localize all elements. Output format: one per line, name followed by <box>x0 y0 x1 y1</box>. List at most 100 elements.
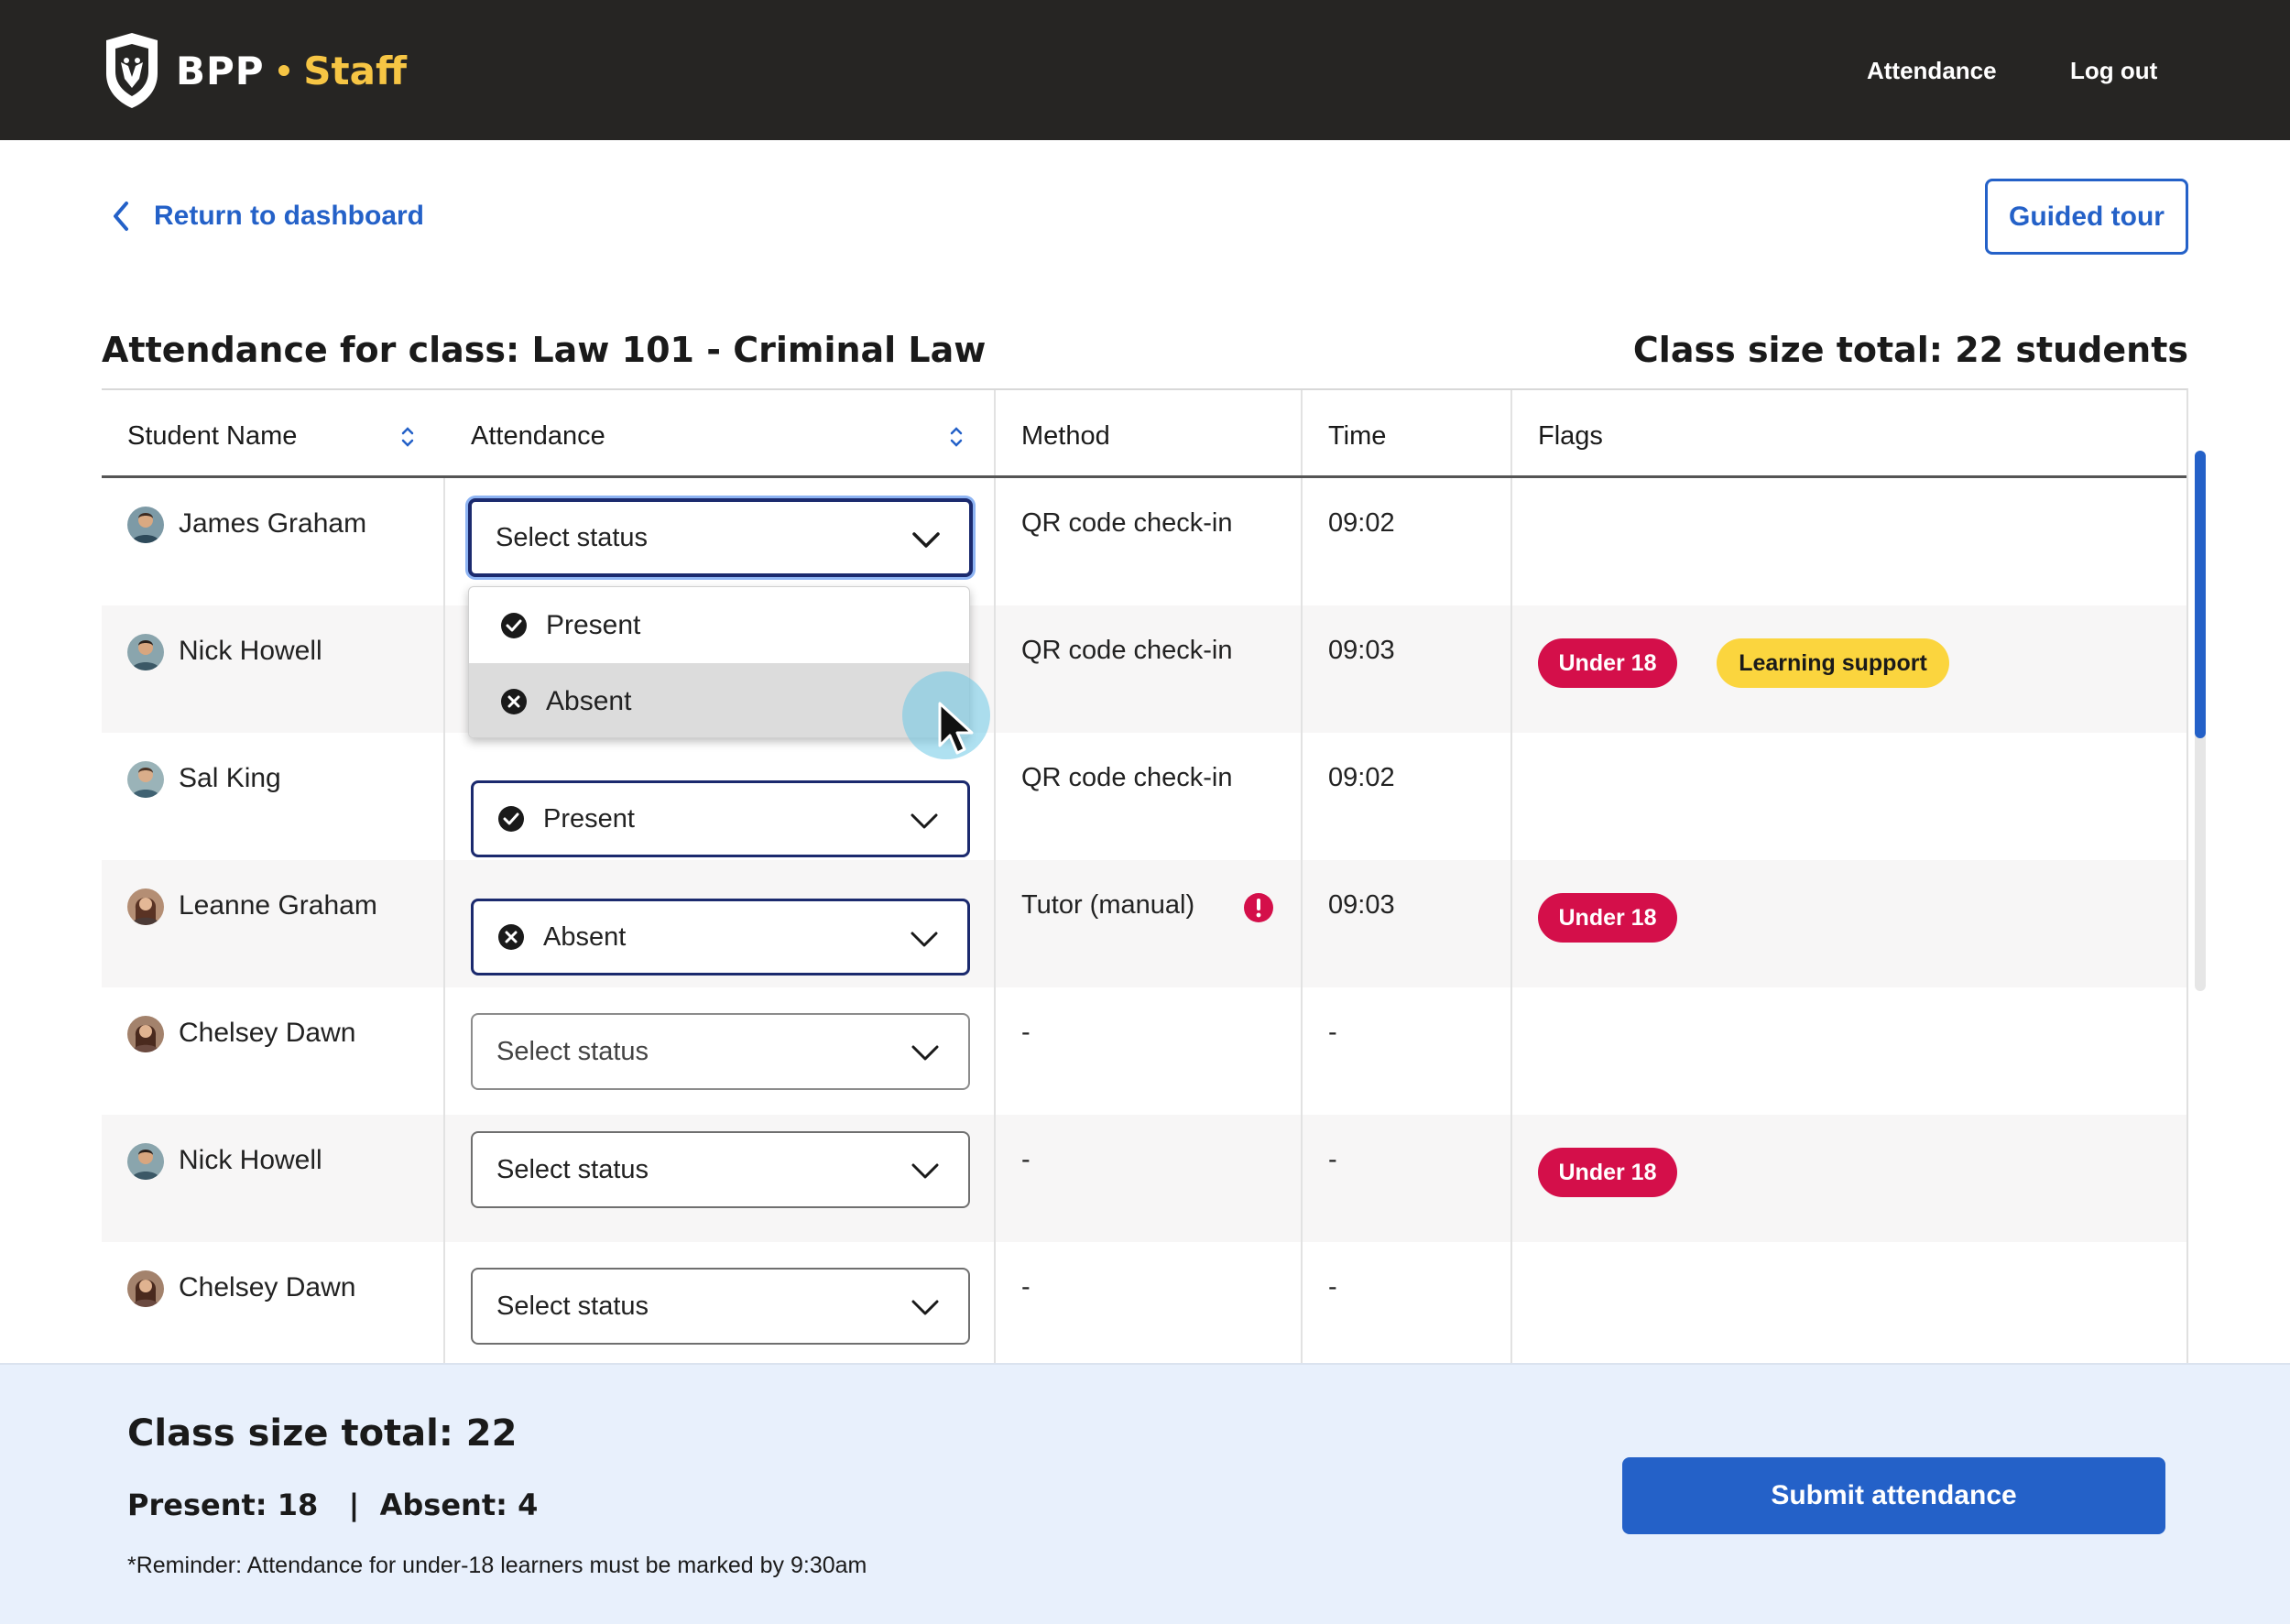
table-row: James Graham Select status QR code check… <box>102 478 2186 605</box>
check-in-method: Tutor (manual) <box>1021 890 1195 920</box>
table-row: Chelsey Dawn Select status - - <box>102 1242 2186 1365</box>
check-in-time: 09:02 <box>1328 508 1395 538</box>
class-size-total: Class size total: 22 students <box>1632 330 2188 370</box>
table-header: Student Name Attendance Method Time Flag… <box>102 390 2186 478</box>
student-name: Leanne Graham <box>179 890 377 921</box>
flag-badge-under-18: Under 18 <box>1538 1148 1677 1197</box>
attendance-select[interactable]: Select status <box>468 498 973 577</box>
check-in-time: - <box>1328 1272 1337 1302</box>
flag-badge-under-18: Under 18 <box>1538 893 1677 943</box>
check-circle-icon <box>498 806 524 832</box>
menu-option-label: Present <box>546 609 641 640</box>
chevron-down-icon <box>911 1045 939 1061</box>
avatar <box>127 1270 164 1307</box>
scrollbar-thumb[interactable] <box>2195 451 2206 738</box>
student-name: Chelsey Dawn <box>179 1018 356 1048</box>
attendance-select-placeholder: Select status <box>496 1291 649 1321</box>
attendance-status-menu: Present Absent <box>468 586 970 738</box>
attendance-select[interactable]: Select status <box>471 1268 970 1345</box>
x-circle-icon <box>498 924 524 950</box>
column-divider <box>1510 390 1512 1365</box>
mouse-pointer-icon <box>938 702 974 755</box>
brand-name: BPP <box>176 48 265 93</box>
chevron-left-icon <box>114 202 128 231</box>
avatar <box>127 634 164 670</box>
column-divider <box>443 478 445 1365</box>
submit-attendance-button[interactable]: Submit attendance <box>1622 1457 2165 1534</box>
column-header-attendance[interactable]: Attendance <box>471 421 605 452</box>
summary-counts: Present: 18 | Absent: 4 <box>127 1488 539 1522</box>
summary-class-total: Class size total: 22 <box>127 1412 518 1455</box>
column-header-time: Time <box>1328 421 1387 451</box>
sort-icon[interactable] <box>948 423 965 451</box>
guided-tour-button[interactable]: Guided tour <box>1985 179 2188 255</box>
summary-reminder: *Reminder: Attendance for under-18 learn… <box>127 1553 867 1578</box>
avatar <box>127 1143 164 1180</box>
sort-icon[interactable] <box>399 423 416 451</box>
check-in-time: 09:03 <box>1328 890 1395 920</box>
attendance-select[interactable]: Absent <box>471 899 970 975</box>
table-row: Nick Howell Select status - - Under 18 <box>102 1115 2186 1242</box>
attendance-select[interactable]: Present <box>471 780 970 857</box>
student-name: Sal King <box>179 763 281 793</box>
attendance-select[interactable]: Select status <box>471 1131 970 1208</box>
column-divider <box>994 390 996 1365</box>
menu-option-label: Absent <box>546 685 632 716</box>
student-name: Chelsey Dawn <box>179 1272 356 1302</box>
check-in-method: - <box>1021 1145 1030 1174</box>
nav-logout-link[interactable]: Log out <box>2070 57 2157 85</box>
class-title: Attendance for class: Law 101 - Criminal… <box>102 330 987 370</box>
chevron-down-icon <box>911 813 938 829</box>
column-divider <box>1301 390 1303 1365</box>
check-in-method: QR code check-in <box>1021 636 1233 665</box>
column-header-flags: Flags <box>1538 421 1603 451</box>
check-in-method: - <box>1021 1272 1030 1302</box>
chevron-up-icon <box>912 532 940 548</box>
student-name: James Graham <box>179 508 367 539</box>
return-to-dashboard-label: Return to dashboard <box>154 201 425 231</box>
warning-icon[interactable] <box>1243 892 1274 923</box>
menu-option-present[interactable]: Present <box>469 587 969 663</box>
x-circle-icon <box>501 688 527 714</box>
check-circle-icon <box>501 612 527 638</box>
table-row: Sal King Present QR code check-in 09:02 <box>102 733 2186 860</box>
chevron-down-icon <box>911 1163 939 1179</box>
brand-subtitle: Staff <box>303 48 407 93</box>
nav-attendance-link[interactable]: Attendance <box>1867 57 1997 85</box>
avatar <box>127 507 164 543</box>
avatar <box>127 761 164 798</box>
top-navigation-bar: BPP • Staff Attendance Log out <box>0 0 2290 140</box>
chevron-down-icon <box>911 932 938 947</box>
check-in-method: - <box>1021 1018 1030 1047</box>
check-in-time: - <box>1328 1145 1337 1174</box>
lion-shield-logo-icon <box>106 33 158 108</box>
table-row: Chelsey Dawn Select status - - <box>102 987 2186 1115</box>
student-name: Nick Howell <box>179 636 322 666</box>
check-in-method: QR code check-in <box>1021 763 1233 792</box>
attendance-select-placeholder: Select status <box>496 1154 649 1184</box>
attendance-select-value: Absent <box>543 921 627 952</box>
brand[interactable]: BPP • Staff <box>101 31 407 110</box>
flag-badge-under-18: Under 18 <box>1538 638 1677 688</box>
avatar <box>127 1016 164 1052</box>
column-header-student-name[interactable]: Student Name <box>127 421 297 452</box>
attendance-select-placeholder: Select status <box>496 1036 649 1066</box>
table-row: Leanne Graham Absent Tutor (manual) 09:0… <box>102 860 2186 987</box>
table-row: Nick Howell QR code check-in 09:03 Under… <box>102 605 2186 733</box>
return-to-dashboard-link[interactable]: Return to dashboard <box>108 198 424 234</box>
student-name: Nick Howell <box>179 1145 322 1175</box>
check-in-time: 09:02 <box>1328 763 1395 792</box>
check-in-method: QR code check-in <box>1021 508 1233 538</box>
attendance-select-value: Present <box>543 803 635 834</box>
attendance-summary-panel: Class size total: 22 Present: 18 | Absen… <box>0 1363 2290 1624</box>
check-in-time: - <box>1328 1018 1337 1047</box>
attendance-select[interactable]: Select status <box>471 1013 970 1090</box>
attendance-select-value: Select status <box>496 522 649 552</box>
attendance-table: James Graham Select status QR code check… <box>102 388 2188 1365</box>
check-in-time: 09:03 <box>1328 636 1395 665</box>
avatar <box>127 888 164 925</box>
menu-option-absent[interactable]: Absent <box>469 663 969 737</box>
brand-separator: • <box>277 49 291 92</box>
chevron-down-icon <box>911 1300 939 1315</box>
flag-badge-learning-support: Learning support <box>1717 638 1949 688</box>
